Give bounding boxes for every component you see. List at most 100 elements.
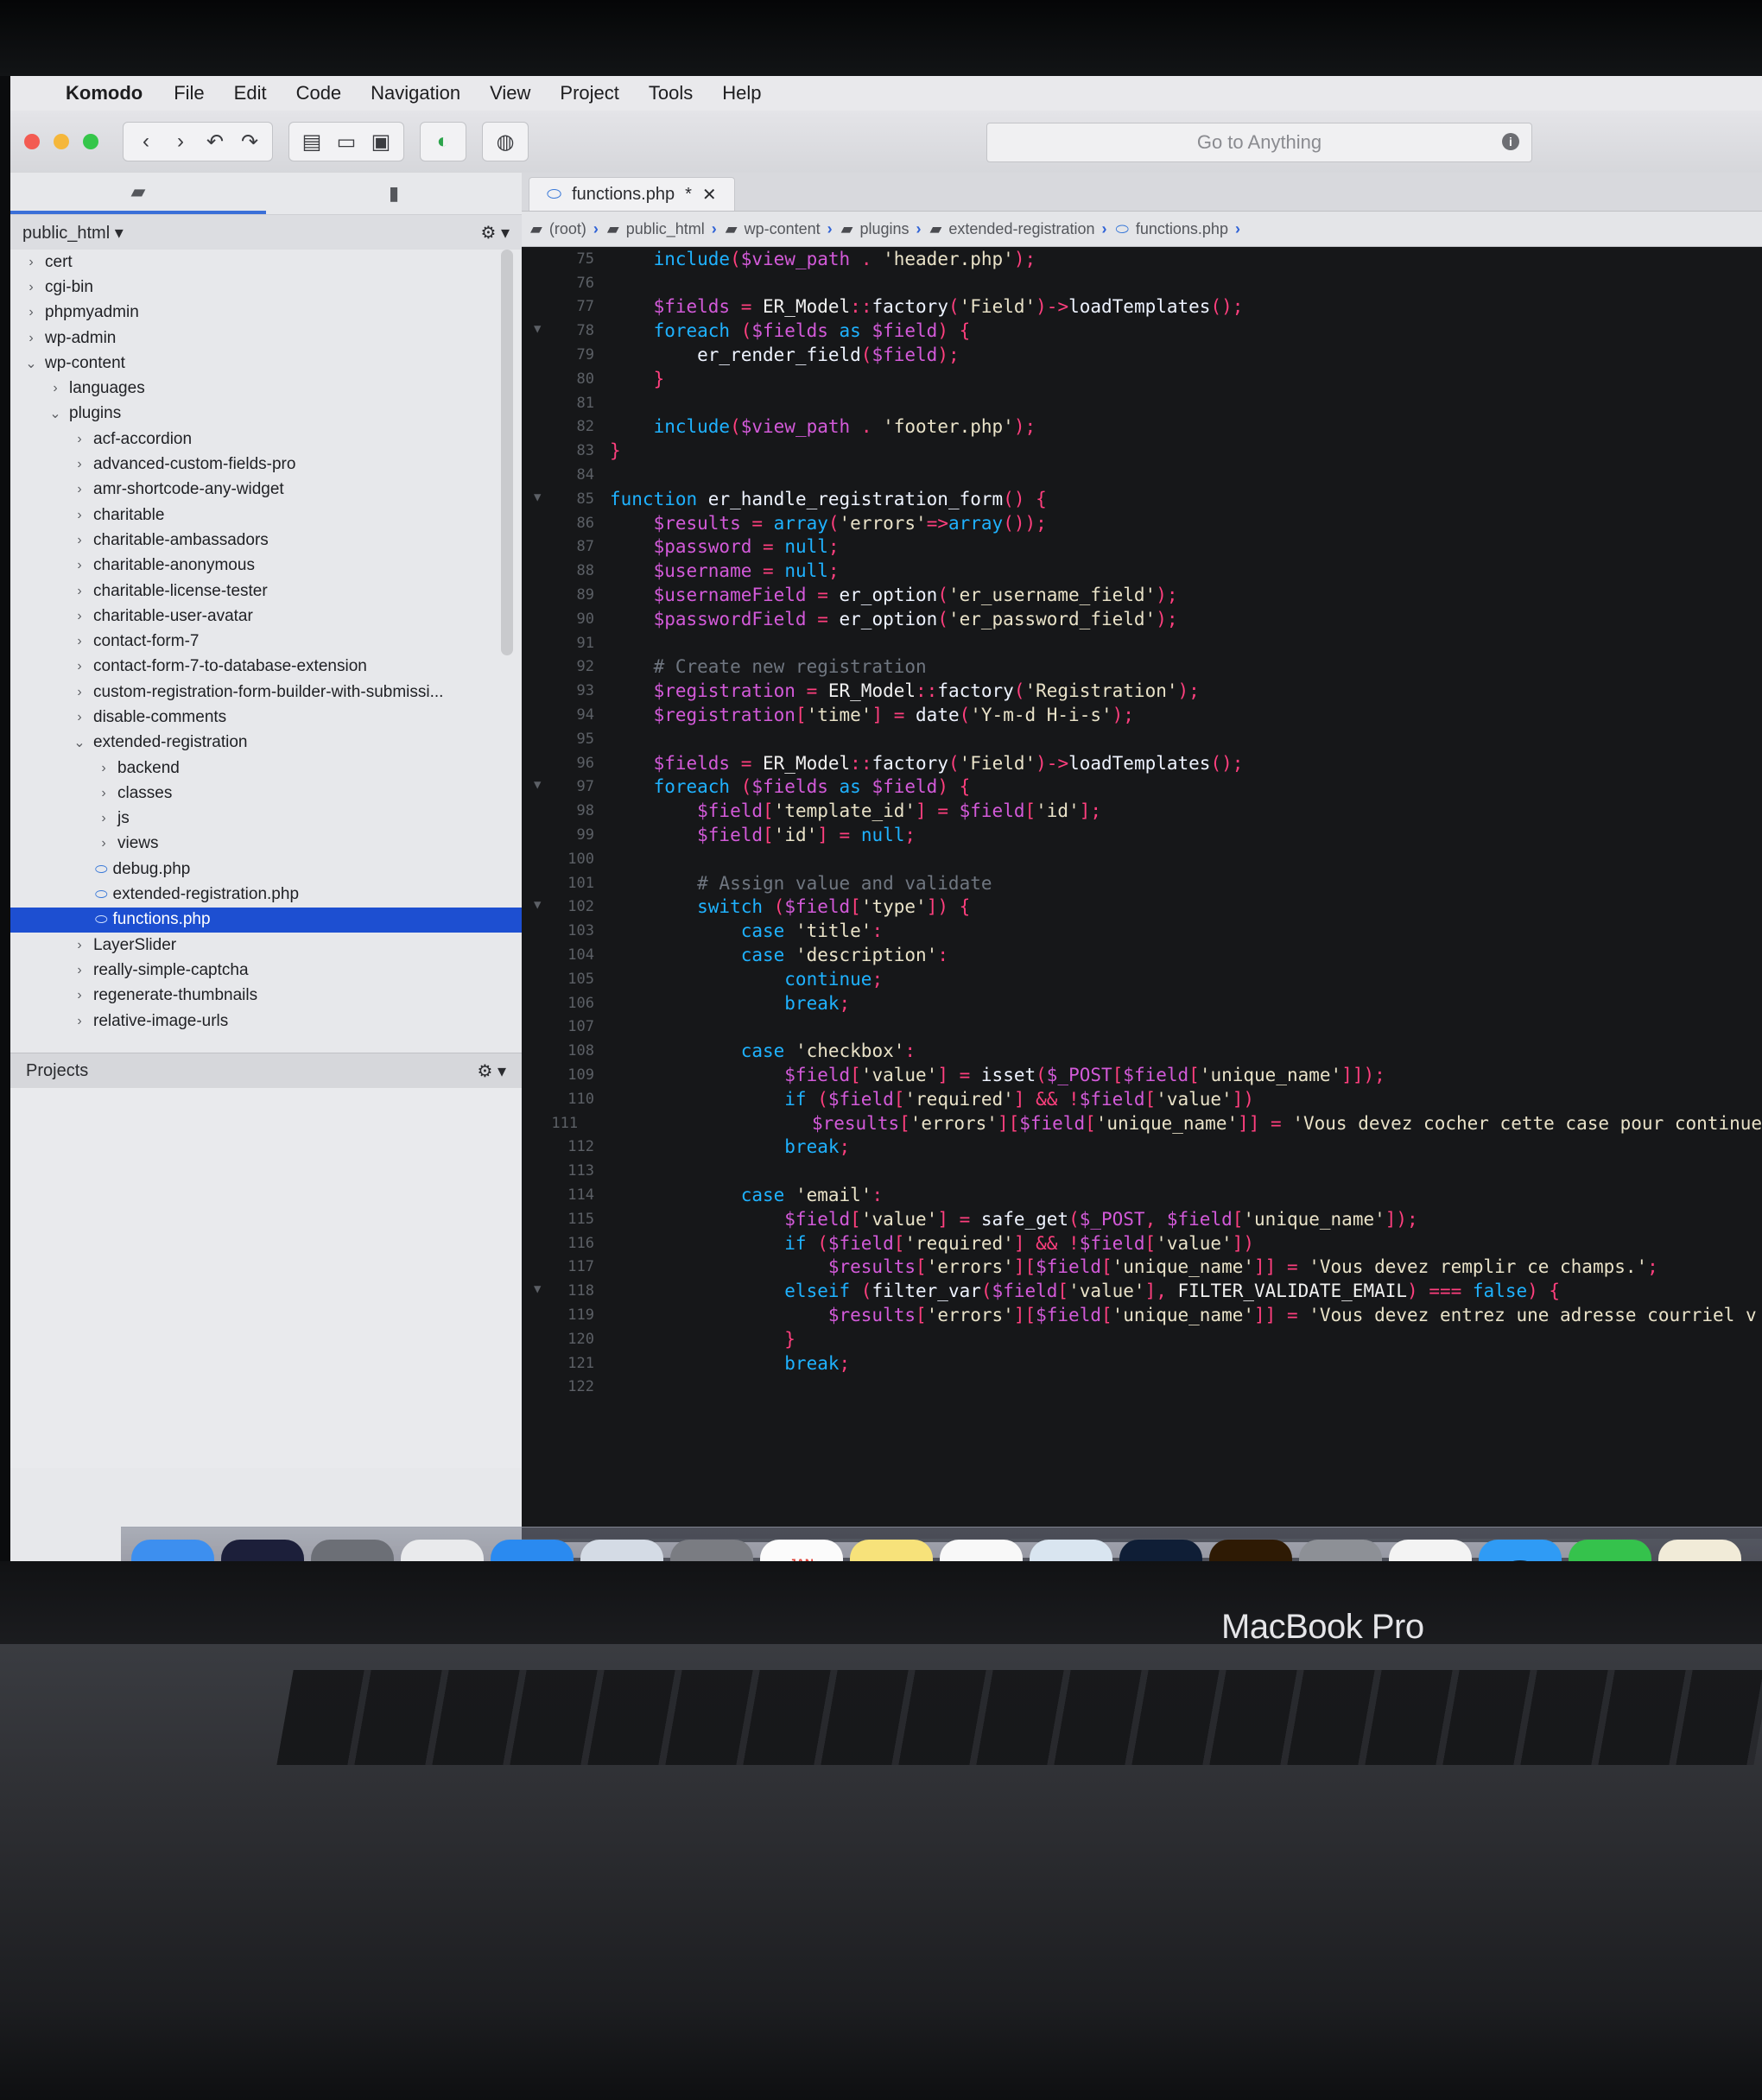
save-icon[interactable]: ▣ xyxy=(365,126,396,157)
backup-icon[interactable]: ⬡ xyxy=(1299,1540,1382,1561)
tree-item[interactable]: › custom-registration-form-builder-with-s… xyxy=(10,680,522,705)
code-line[interactable]: ▼ 102 switch ($field['type']) { xyxy=(522,895,1762,920)
menu-view[interactable]: View xyxy=(490,82,530,104)
chevron-right-icon[interactable]: › xyxy=(22,305,40,320)
breadcrumb-item[interactable]: ▰ public_html › xyxy=(607,220,717,238)
forward-icon[interactable]: › xyxy=(165,126,196,157)
chevron-right-icon[interactable]: › xyxy=(71,533,88,548)
tree-item[interactable]: ⌄ plugins xyxy=(10,402,522,427)
notes-icon[interactable]: ≡ xyxy=(850,1540,933,1561)
code-line[interactable]: 95 xyxy=(522,727,1762,751)
debug-icon[interactable]: ◐ xyxy=(428,126,459,157)
tree-item[interactable]: › charitable-license-tester xyxy=(10,579,522,604)
tree-item[interactable]: ⌄ extended-registration xyxy=(10,731,522,756)
tree-item[interactable]: › amr-shortcode-any-widget xyxy=(10,478,522,503)
tree-item[interactable]: › js xyxy=(10,806,522,832)
mail-icon[interactable]: ✉ xyxy=(580,1540,663,1561)
chevron-right-icon[interactable]: › xyxy=(71,432,88,447)
zoom-window-button[interactable] xyxy=(83,134,98,149)
chevron-right-icon[interactable]: › xyxy=(22,331,40,346)
chevron-right-icon[interactable]: › xyxy=(71,609,88,624)
code-line[interactable]: 101 # Assign value and validate xyxy=(522,871,1762,895)
menu-file[interactable]: File xyxy=(174,82,204,104)
code-line[interactable]: 88 $username = null; xyxy=(522,559,1762,583)
tree-item[interactable]: › regenerate-thumbnails xyxy=(10,984,522,1009)
photoshop-icon[interactable]: Ps xyxy=(1119,1540,1202,1561)
fold-toggle-icon[interactable]: ▼ xyxy=(534,1282,541,1296)
menu-help[interactable]: Help xyxy=(722,82,761,104)
sidebar-root-header[interactable]: public_html ▾ ⚙ ▾ xyxy=(10,215,522,250)
code-line[interactable]: 81 xyxy=(522,391,1762,415)
new-file-icon[interactable]: ▤ xyxy=(296,126,327,157)
chevron-right-icon[interactable]: › xyxy=(95,786,112,801)
menu-code[interactable]: Code xyxy=(296,82,342,104)
code-line[interactable]: 93 $registration = ER_Model::factory('Re… xyxy=(522,679,1762,703)
gear-icon[interactable]: ⚙ ▾ xyxy=(480,222,510,244)
safari-icon[interactable]: ✦ xyxy=(491,1540,574,1561)
code-line[interactable]: 86 $results = array('errors'=>array()); xyxy=(522,511,1762,535)
code-line[interactable]: 96 $fields = ER_Model::factory('Field')-… xyxy=(522,751,1762,775)
siri-icon[interactable]: ◉ xyxy=(221,1540,304,1561)
tree-item[interactable]: › phpmyadmin xyxy=(10,300,522,326)
code-line[interactable]: 104 case 'description': xyxy=(522,943,1762,967)
tree-item[interactable]: › acf-accordion xyxy=(10,427,522,452)
code-line[interactable]: 83} xyxy=(522,439,1762,463)
reminders-icon[interactable]: ☰ xyxy=(940,1540,1023,1561)
fold-toggle-icon[interactable]: ▼ xyxy=(534,322,541,336)
code-line[interactable]: 100 xyxy=(522,847,1762,871)
tree-item[interactable]: › views xyxy=(10,832,522,857)
code-line[interactable]: 113 xyxy=(522,1159,1762,1183)
illustrator-icon[interactable]: Ai xyxy=(1209,1540,1292,1561)
chevron-right-icon[interactable]: › xyxy=(71,457,88,472)
tree-item[interactable]: › charitable xyxy=(10,503,522,528)
menu-edit[interactable]: Edit xyxy=(234,82,267,104)
info-icon[interactable]: i xyxy=(1502,133,1519,150)
tree-item[interactable]: › LayerSlider xyxy=(10,933,522,958)
tree-item[interactable]: › charitable-user-avatar xyxy=(10,604,522,629)
calendar-icon[interactable]: JAN14 xyxy=(760,1540,843,1561)
code-line[interactable]: ▼ 85 function er_handle_registration_form(… xyxy=(522,487,1762,511)
fold-toggle-icon[interactable]: ▼ xyxy=(534,778,541,792)
tree-item[interactable]: ⌄ wp-content xyxy=(10,351,522,376)
code-line[interactable]: ▼ 118 elseif (filter_var($field['value'],… xyxy=(522,1279,1762,1303)
redo-icon[interactable]: ↷ xyxy=(234,126,265,157)
tree-scrollbar[interactable] xyxy=(501,250,513,655)
code-line[interactable]: 115 $field['value'] = safe_get($_POST, $… xyxy=(522,1207,1762,1231)
finder-icon[interactable]: ☺ xyxy=(131,1540,214,1561)
code-line[interactable]: 114 case 'email': xyxy=(522,1183,1762,1207)
chevron-right-icon[interactable]: › xyxy=(71,584,88,599)
code-line[interactable]: 79 er_render_field($field); xyxy=(522,343,1762,367)
textedit-icon[interactable]: ✎ xyxy=(1658,1540,1741,1561)
tree-item[interactable]: › backend xyxy=(10,756,522,781)
tree-item[interactable]: ⬭ debug.php xyxy=(10,857,522,882)
code-line[interactable]: 120 } xyxy=(522,1327,1762,1351)
code-line[interactable]: 92 # Create new registration xyxy=(522,655,1762,680)
tree-item[interactable]: › languages xyxy=(10,376,522,401)
chevron-right-icon[interactable]: › xyxy=(95,836,112,851)
chevron-right-icon[interactable]: › xyxy=(71,685,88,700)
code-line[interactable]: 108 case 'checkbox': xyxy=(522,1039,1762,1063)
minimize-window-button[interactable] xyxy=(54,134,69,149)
code-line[interactable]: 99 $field['id'] = null; xyxy=(522,823,1762,847)
code-line[interactable]: 105 continue; xyxy=(522,967,1762,991)
chevron-down-icon[interactable]: ⌄ xyxy=(47,405,64,422)
chevron-right-icon[interactable]: › xyxy=(71,963,88,978)
messages-icon[interactable]: 💬 xyxy=(1479,1540,1562,1561)
tree-item[interactable]: › disable-comments xyxy=(10,705,522,730)
code-line[interactable]: 80 } xyxy=(522,367,1762,391)
tree-item[interactable]: › relative-image-urls xyxy=(10,1009,522,1034)
code-line[interactable]: 121 break; xyxy=(522,1351,1762,1376)
code-area[interactable]: 75 include($view_path . 'header.php'); 76… xyxy=(522,247,1762,1395)
menu-tools[interactable]: Tools xyxy=(649,82,693,104)
code-line[interactable]: 109 $field['value'] = isset($_POST[$fiel… xyxy=(522,1063,1762,1087)
breadcrumb-item[interactable]: ▰ extended-registration › xyxy=(930,220,1107,238)
globe-icon[interactable]: ◍ xyxy=(490,126,521,157)
menu-app-name[interactable]: Komodo xyxy=(66,82,143,104)
chevron-right-icon[interactable]: › xyxy=(22,280,40,295)
tab-open-files[interactable]: ▮ xyxy=(266,173,522,214)
chevron-right-icon[interactable]: › xyxy=(95,761,112,776)
chevron-right-icon[interactable]: › xyxy=(71,558,88,573)
chevron-right-icon[interactable]: › xyxy=(71,634,88,649)
tree-item[interactable]: ⬭ extended-registration.php xyxy=(10,882,522,907)
tree-item[interactable]: › cert xyxy=(10,250,522,275)
